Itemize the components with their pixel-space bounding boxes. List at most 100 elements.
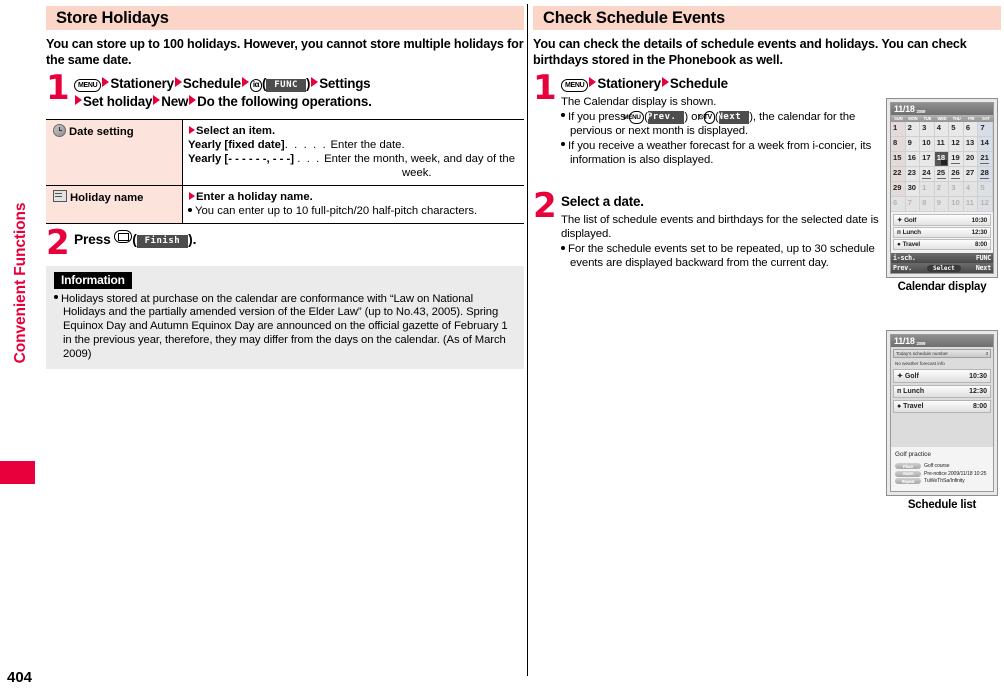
- event-underline: [980, 163, 990, 164]
- arrow-icon: [153, 94, 161, 105]
- menu-item-settings: Settings: [319, 76, 371, 91]
- schedule-header: 11/18 2009: [891, 335, 993, 347]
- calendar-day-23[interactable]: 23: [905, 167, 921, 182]
- calendar-day-11[interactable]: 11: [934, 137, 950, 152]
- calendar-day-4[interactable]: 4: [963, 182, 979, 197]
- row-lead-text: Select an item.: [196, 125, 276, 137]
- calendar-day-5[interactable]: 5: [978, 182, 993, 197]
- calendar-day-26[interactable]: 26: [949, 167, 964, 182]
- softkey-select[interactable]: Select: [927, 264, 961, 272]
- event-underline: [980, 178, 990, 179]
- calendar-day-22[interactable]: 22: [891, 167, 906, 182]
- settings-table: Date setting Select an item. Yearly [fix…: [46, 119, 524, 224]
- calendar-day-6[interactable]: 6: [891, 197, 906, 212]
- calendar-day-7[interactable]: 7: [978, 122, 993, 137]
- note-icon: [53, 190, 67, 202]
- event-name: ᴨ Lunch: [897, 388, 925, 395]
- softkey-func-label: FUNC: [266, 79, 306, 92]
- step-1-bullet-2: If you receive a weather forecast for a …: [561, 139, 891, 167]
- detail-row: Repeat TuWeThSa/Infinity: [895, 478, 989, 484]
- calendar-day-8[interactable]: 8: [920, 197, 935, 212]
- calendar-day-2[interactable]: 2: [934, 182, 950, 197]
- calendar-day-5[interactable]: 5: [949, 122, 964, 137]
- calendar-grid[interactable]: 1 2 3 4 5 6 7 8 9 10 11 12 13 14 15 16 17 18 19 20 21 22 23 24 2…: [891, 122, 993, 212]
- calendar-day-16[interactable]: 16: [905, 152, 921, 167]
- calendar-event-row[interactable]: ᴨ Lunch 12:30: [893, 227, 991, 238]
- arrow-icon: [102, 77, 110, 87]
- arrow-icon: [75, 94, 82, 105]
- section-heading-store-holidays: Store Holidays: [46, 6, 524, 30]
- calendar-day-3[interactable]: 3: [949, 182, 964, 197]
- softkey-func[interactable]: FUNC: [976, 254, 991, 262]
- step-2-instruction: Press (Finish).: [74, 230, 197, 248]
- calendar-day-10[interactable]: 10: [920, 137, 935, 152]
- calendar-day-15[interactable]: 15: [891, 152, 906, 167]
- bullet-icon: [561, 142, 565, 146]
- table-row: Holiday name Enter a holiday name. You c…: [46, 185, 524, 224]
- event-name: ● Travel: [897, 241, 920, 248]
- detail-tag: Alarm: [895, 470, 921, 477]
- schedule-event-row[interactable]: ✦ Golf 10:30: [893, 369, 991, 383]
- calendar-day-24[interactable]: 24: [920, 167, 935, 182]
- menu-key-icon: MENU: [74, 79, 102, 92]
- dow-wed: WED: [937, 116, 947, 121]
- desc-yearly-variable-cont: week.: [402, 167, 432, 179]
- calendar-day-7[interactable]: 7: [905, 197, 921, 212]
- schedule-event-row[interactable]: ● Travel 8:00: [893, 400, 991, 413]
- bullet-icon: [561, 245, 565, 250]
- figure-caption-schedule-list: Schedule list: [907, 498, 977, 511]
- step-1-instruction: MENU Stationery Schedule iα(FUNC) Settings S…: [74, 75, 524, 110]
- detail-tag: Place: [895, 463, 921, 469]
- calendar-day-3[interactable]: 3: [920, 122, 935, 137]
- calendar-day-28[interactable]: 28: [978, 167, 993, 182]
- calendar-event-row[interactable]: ● Travel 8:00: [893, 239, 991, 250]
- calendar-day-1[interactable]: 1: [920, 182, 935, 197]
- calendar-day-18[interactable]: 18: [934, 152, 950, 167]
- calendar-day-6[interactable]: 6: [963, 122, 979, 137]
- arrow-icon: [189, 126, 195, 134]
- calendar-day-12[interactable]: 12: [978, 197, 993, 212]
- calendar-day-1[interactable]: 1: [891, 122, 906, 137]
- softkey-i-sch[interactable]: i-sch.: [893, 254, 916, 262]
- step-2-body: The list of schedule events and birthday…: [561, 213, 893, 270]
- calendar-day-20[interactable]: 20: [963, 152, 979, 167]
- step-2-bullet: For the schedule events set to be repeat…: [561, 242, 893, 270]
- schedule-event-rows[interactable]: ✦ Golf 10:30 ᴨ Lunch 12:30 ● Travel 8:00: [891, 369, 993, 413]
- page-title-left: Store Holidays: [56, 8, 169, 27]
- calendar-day-8[interactable]: 8: [891, 137, 906, 152]
- schedule-event-row[interactable]: ᴨ Lunch 12:30: [893, 385, 991, 398]
- dow-sat: SAT: [982, 116, 990, 121]
- calendar-day-25[interactable]: 25: [934, 167, 950, 182]
- calendar-day-2[interactable]: 2: [905, 122, 921, 137]
- schedule-count-label: Today's schedule number: [896, 351, 948, 356]
- calendar-day-14[interactable]: 14: [978, 137, 993, 152]
- calendar-event-list[interactable]: ✦ Golf 10:30 ᴨ Lunch 12:30 ● Travel 8:00: [891, 212, 993, 253]
- calendar-day-27[interactable]: 27: [963, 167, 979, 182]
- arrow-icon: [174, 77, 182, 87]
- calendar-day-9[interactable]: 9: [934, 197, 950, 212]
- softkey-finish-label: Finish: [136, 235, 189, 248]
- calendar-day-12[interactable]: 12: [949, 137, 964, 152]
- step-2-desc: The list of schedule events and birthday…: [561, 214, 879, 240]
- softkey-prev[interactable]: Prev.: [893, 264, 912, 272]
- dow-sun: SUN: [894, 116, 903, 121]
- event-name: ✦ Golf: [897, 217, 917, 224]
- calendar-day-29[interactable]: 29: [891, 182, 906, 197]
- step-1-left: 1 MENU Stationery Schedule iα(FUNC) Settings…: [46, 71, 524, 110]
- calendar-day-13[interactable]: 13: [963, 137, 979, 152]
- bullet-1-text-a: If you press: [568, 110, 626, 123]
- chapter-tab-label: Convenient Functions: [12, 202, 29, 364]
- calendar-day-30[interactable]: 30: [905, 182, 921, 197]
- calendar-day-19[interactable]: 19: [949, 152, 964, 167]
- calendar-event-row[interactable]: ✦ Golf 10:30: [893, 214, 991, 226]
- calendar-day-4[interactable]: 4: [934, 122, 950, 137]
- bullet-icon: [188, 207, 192, 212]
- calendar-day-10[interactable]: 10: [949, 197, 964, 212]
- softkey-next[interactable]: Next: [976, 264, 991, 272]
- calendar-day-11[interactable]: 11: [963, 197, 979, 212]
- table-row-label-date-setting: Date setting: [46, 119, 183, 186]
- calendar-day-21[interactable]: 21: [978, 152, 993, 167]
- calendar-day-9[interactable]: 9: [905, 137, 921, 152]
- calendar-day-17[interactable]: 17: [920, 152, 935, 167]
- schedule-count-value: 3: [985, 351, 988, 356]
